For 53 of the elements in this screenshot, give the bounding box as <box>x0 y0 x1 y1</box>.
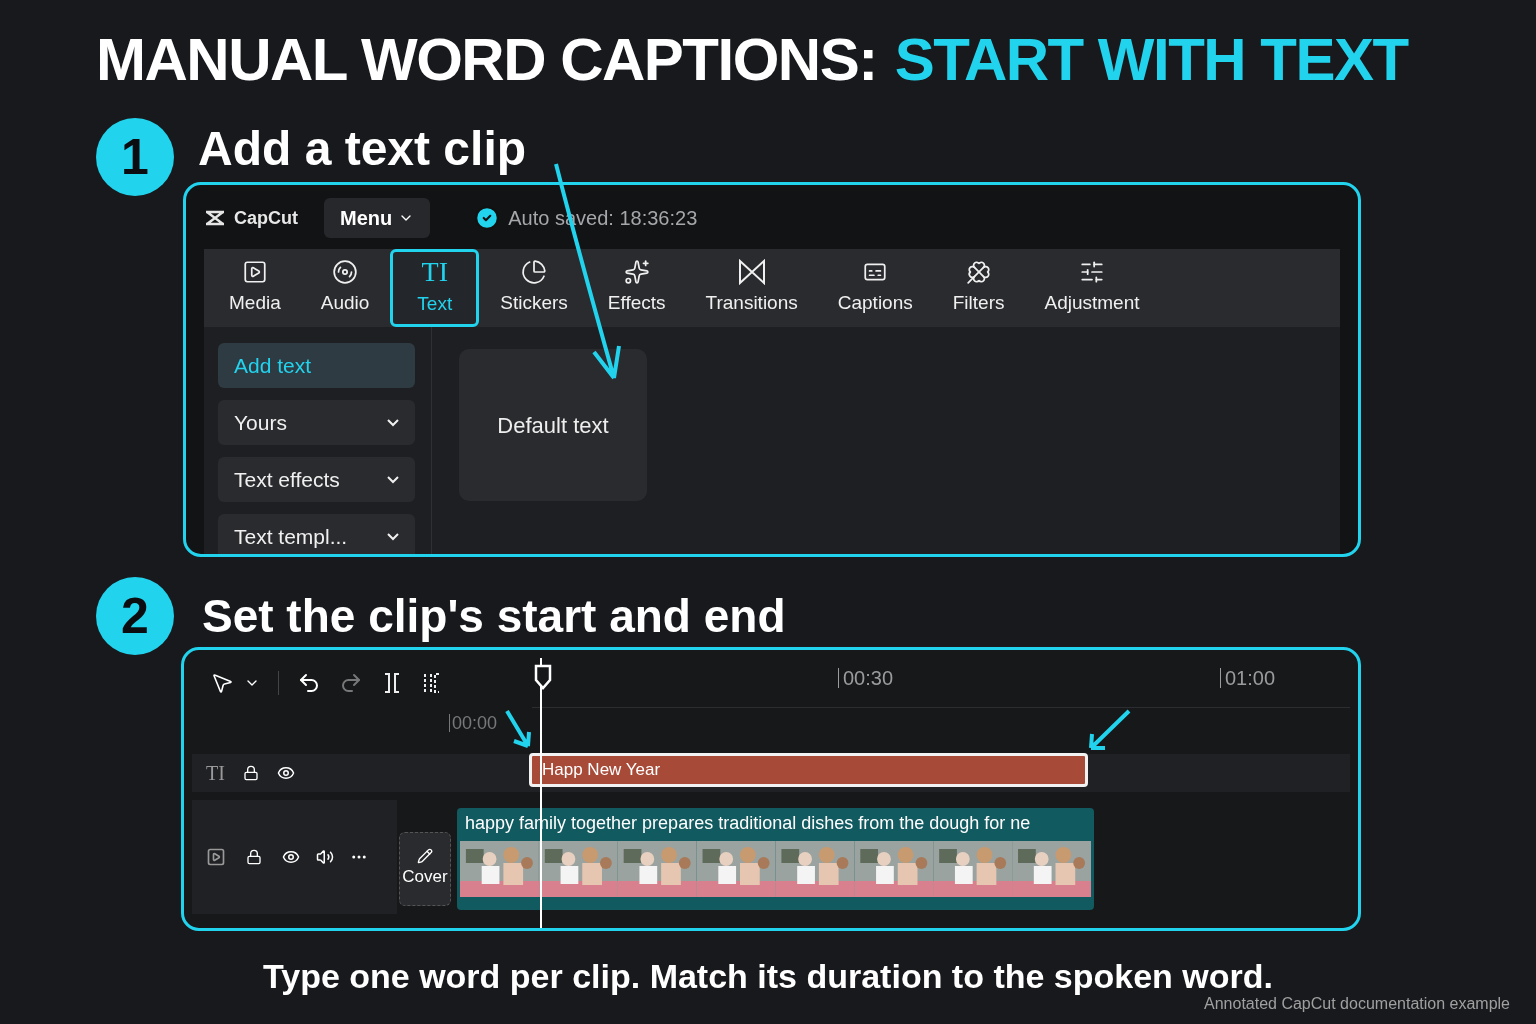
playhead-handle-icon[interactable] <box>534 664 552 690</box>
dropdown-item[interactable]: Text effects <box>218 457 415 502</box>
tab[interactable]: Effects <box>588 249 685 327</box>
clover-icon <box>965 258 992 285</box>
tab[interactable]: Transitions <box>686 249 817 327</box>
sparkle-icon <box>623 258 650 285</box>
pencil-icon <box>417 848 433 865</box>
disc-icon <box>332 258 359 285</box>
lock-icon[interactable] <box>242 765 259 781</box>
app-logo-text: CapCut <box>234 206 298 230</box>
video-track-icon <box>206 847 226 867</box>
time-tick: 01:00 <box>1220 668 1276 688</box>
tab[interactable]: Captions <box>818 249 932 327</box>
menu-button[interactable]: Menu <box>324 198 431 238</box>
eye-icon[interactable] <box>282 848 300 866</box>
chevron-icon <box>387 418 399 427</box>
undo-icon[interactable] <box>297 671 321 695</box>
step-heading: Add a text clip <box>198 121 527 177</box>
step-number: 2 <box>96 577 174 655</box>
cover-button[interactable]: Cover <box>399 832 451 906</box>
eye-icon[interactable] <box>276 764 295 782</box>
chevron-icon <box>387 532 399 541</box>
time-tick: 00:30 <box>838 668 894 688</box>
dropdown-item[interactable]: Text templ... <box>218 514 415 554</box>
lock-icon[interactable] <box>246 849 262 865</box>
text-preset-card[interactable]: Default text <box>459 349 647 501</box>
tab[interactable]: Media <box>210 249 300 327</box>
play-icon <box>241 258 268 285</box>
side-button[interactable]: Add text <box>218 343 415 388</box>
step-number: 1 <box>96 118 174 196</box>
logo-icon <box>204 209 226 227</box>
tab[interactable]: Audio <box>301 249 389 327</box>
sliders-icon <box>1079 258 1105 285</box>
pie-icon <box>521 258 547 285</box>
title-text: MANUAL WORD CAPTIONS: <box>96 25 877 95</box>
text-tab-glyph: TI <box>421 257 448 286</box>
volume-icon[interactable] <box>316 848 334 866</box>
bowtie-icon <box>737 258 766 285</box>
step-heading: Set the clip's start and end <box>202 588 786 644</box>
text-clip[interactable]: Happ New Year <box>529 753 1088 787</box>
footer-caption: Type one word per clip. Match its duration to the spoken word. <box>262 956 1274 997</box>
start-time-label: 00:00 <box>449 714 498 732</box>
pointer-icon[interactable] <box>210 671 234 695</box>
tab[interactable]: Stickers <box>481 249 587 327</box>
text-track-glyph: TI <box>206 761 225 786</box>
tab[interactable]: Filters <box>933 249 1024 327</box>
tab[interactable]: Adjustment <box>1025 249 1159 327</box>
tab[interactable]: TI Text <box>390 249 480 327</box>
chevron-icon <box>387 475 399 484</box>
credit-text: Annotated CapCut documentation example <box>1204 994 1510 1014</box>
dropdown-item[interactable]: Yours <box>218 400 415 445</box>
redo-icon[interactable] <box>339 671 363 695</box>
title-highlight: START WITH TEXT <box>894 25 1408 95</box>
